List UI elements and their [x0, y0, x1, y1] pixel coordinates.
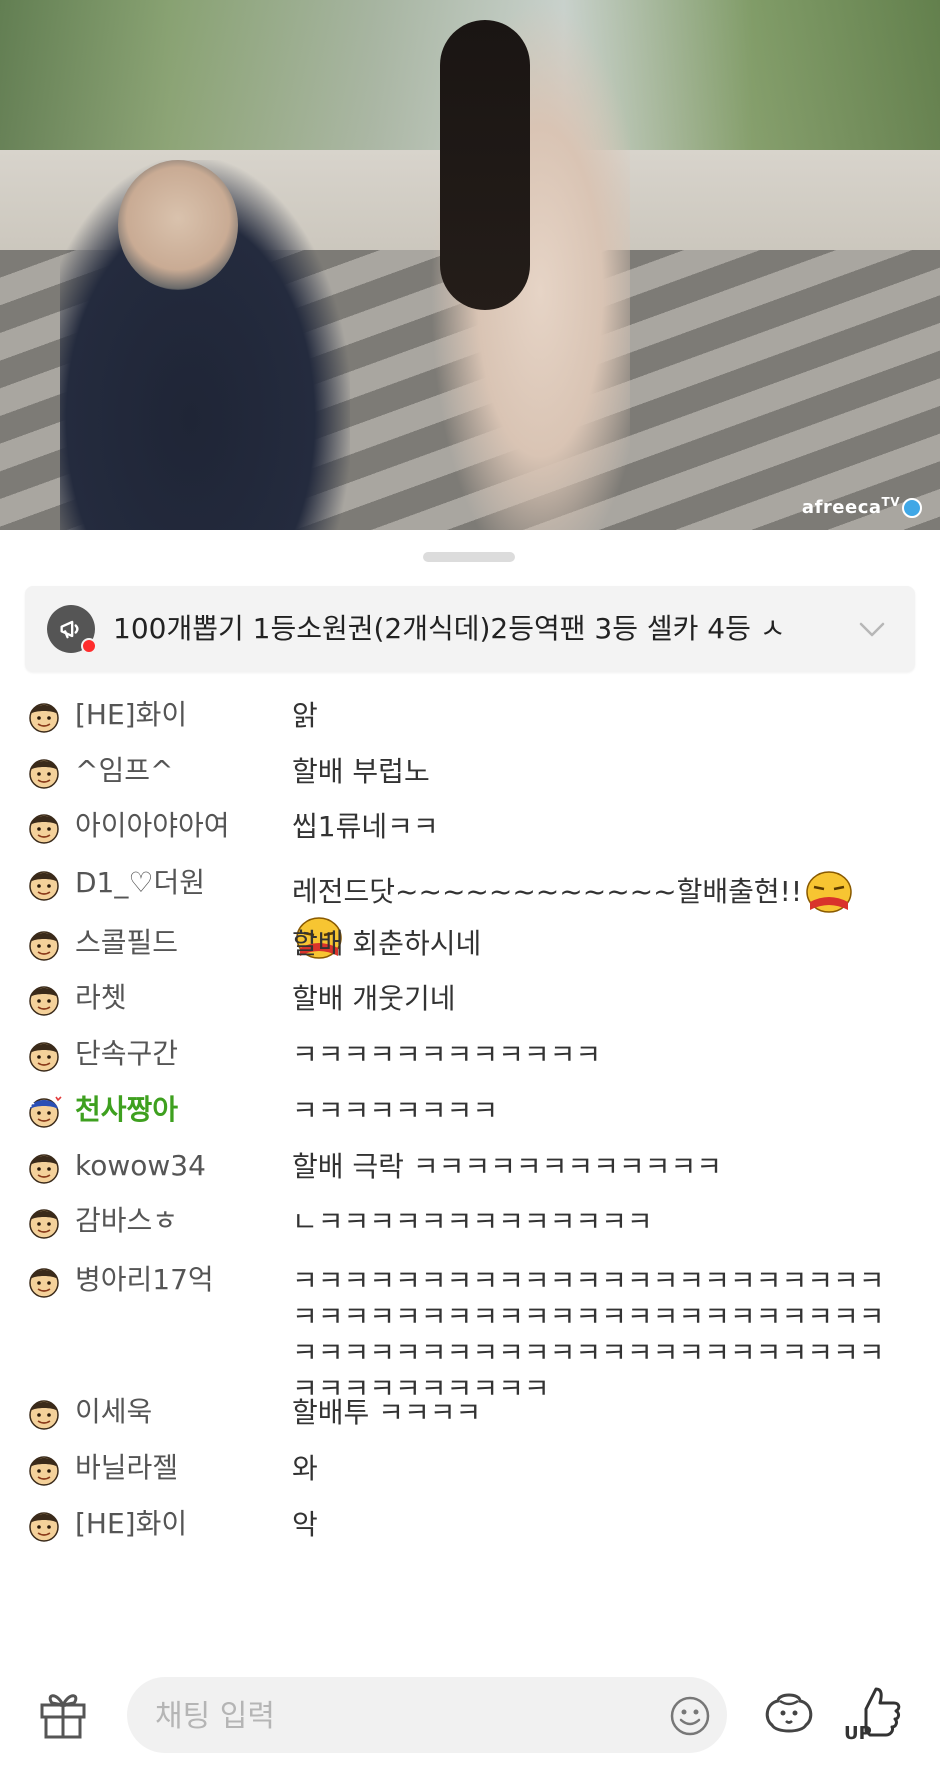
chat-nickname[interactable]: [HE]화이: [75, 1505, 187, 1543]
chat-nickname[interactable]: ^임프^: [75, 752, 173, 790]
avatar-icon: [29, 871, 59, 901]
video-person-right-hair: [440, 20, 530, 310]
notice-text: 100개뽑기 1등소원권(2개식데)2등역팬 3등 셀카 4등 ㅅ: [113, 612, 786, 645]
avatar-icon: [29, 1042, 59, 1072]
globe-icon: [902, 498, 922, 518]
chat-nickname[interactable]: 단속구간: [75, 1035, 178, 1073]
notice-banner[interactable]: 100개뽑기 1등소원권(2개식데)2등역팬 3등 셀카 4등 ㅅ: [25, 586, 915, 672]
thumbs-up-icon[interactable]: UP: [844, 1681, 904, 1743]
chat-message[interactable]: D1_♡더원 레전드닷~~~~~~~~~~~~할배출현!!: [0, 864, 940, 959]
emoticon-icon: [806, 871, 852, 913]
chat-message-body: 악: [292, 1508, 318, 1541]
chat-message-body: 할배 극락 ㅋㅋㅋㅋㅋㅋㅋㅋㅋㅋㅋㅋ: [292, 1150, 722, 1183]
chat-message-text: 할배 회춘하시네: [292, 926, 892, 962]
chat-message[interactable]: ^임프^ 할배 부럽노: [0, 752, 940, 794]
chat-message-text: 할배 극락 ㅋㅋㅋㅋㅋㅋㅋㅋㅋㅋㅋㅋ: [292, 1149, 892, 1185]
chat-message[interactable]: 아이아야아여 씹1류네ㅋㅋ: [0, 807, 940, 849]
avatar-icon: [29, 1512, 59, 1542]
chat-nickname[interactable]: 이세욱: [75, 1393, 152, 1431]
chat-nickname[interactable]: D1_♡더원: [75, 864, 205, 902]
chat-nickname[interactable]: [HE]화이: [75, 696, 187, 734]
chat-message-body: 할배투 ㅋㅋㅋㅋ: [292, 1396, 482, 1429]
chat-message-text: ㅋㅋㅋㅋㅋㅋㅋㅋㅋㅋㅋㅋㅋㅋㅋㅋㅋㅋㅋㅋㅋㅋㅋㅋㅋㅋㅋㅋㅋㅋㅋㅋㅋㅋㅋㅋㅋㅋㅋㅋ…: [292, 1263, 892, 1407]
chat-message[interactable]: F 천사짱아 ㅋㅋㅋㅋㅋㅋㅋㅋ: [0, 1091, 940, 1133]
avatar-icon: [29, 986, 59, 1016]
chat-message[interactable]: 감바스ㅎ ㄴㅋㅋㅋㅋㅋㅋㅋㅋㅋㅋㅋㅋㅋ: [0, 1202, 940, 1244]
chat-message-body: 와: [292, 1452, 318, 1485]
chat-message[interactable]: 이세욱 할배투 ㅋㅋㅋㅋ: [0, 1393, 940, 1435]
chat-message-text: 악: [292, 1507, 892, 1543]
chat-nickname[interactable]: kowow34: [75, 1147, 206, 1185]
chat-nickname[interactable]: 병아리17억: [75, 1261, 214, 1299]
svg-text:F: F: [29, 1100, 35, 1110]
chat-message-text: ㅋㅋㅋㅋㅋㅋㅋㅋ: [292, 1093, 892, 1129]
avatar-icon: [29, 703, 59, 733]
watermark-suffix: TV: [881, 495, 900, 509]
avatar-icon: [29, 759, 59, 789]
avatar-icon: [29, 814, 59, 844]
afreecatv-watermark: afreecaTV: [802, 495, 922, 518]
drag-handle[interactable]: [423, 552, 515, 562]
chat-message[interactable]: [HE]화이 앍: [0, 696, 940, 738]
chat-message-body: 할배 부럽노: [292, 755, 430, 788]
chevron-down-icon[interactable]: [857, 614, 887, 644]
chat-message-text: 씹1류네ㅋㅋ: [292, 809, 892, 845]
avatar-icon: [29, 931, 59, 961]
gift-icon[interactable]: [38, 1687, 88, 1741]
chat-message-text: ㄴㅋㅋㅋㅋㅋㅋㅋㅋㅋㅋㅋㅋㅋ: [292, 1204, 892, 1240]
chat-message[interactable]: 병아리17억 ㅋㅋㅋㅋㅋㅋㅋㅋㅋㅋㅋㅋㅋㅋㅋㅋㅋㅋㅋㅋㅋㅋㅋㅋㅋㅋㅋㅋㅋㅋㅋㅋㅋㅋ…: [0, 1261, 940, 1405]
chat-input[interactable]: [153, 1693, 657, 1739]
chat-message-body: 할배 회춘하시네: [292, 927, 482, 960]
up-label: UP: [844, 1723, 872, 1743]
fan-avatar-icon: F: [29, 1096, 62, 1128]
chat-message[interactable]: 라쳇 할배 개웃기네: [0, 979, 940, 1021]
chat-nickname[interactable]: 아이아야아여: [75, 807, 230, 845]
chat-nickname[interactable]: 감바스ㅎ: [75, 1202, 178, 1240]
sticker-icon[interactable]: [762, 1685, 816, 1741]
chat-message-text: 할배투 ㅋㅋㅋㅋ: [292, 1395, 892, 1431]
chat-message-body: ㅋㅋㅋㅋㅋㅋㅋㅋ: [292, 1094, 499, 1127]
chat-nickname[interactable]: 스콜필드: [75, 924, 178, 962]
avatar-icon: [29, 1268, 59, 1298]
chat-nickname[interactable]: 천사짱아: [75, 1091, 178, 1129]
chat-nickname[interactable]: 바닐라젤: [75, 1449, 178, 1487]
chat-input-field: [127, 1677, 727, 1753]
chat-message-body: 앍: [292, 699, 318, 732]
chat-message-text: 와: [292, 1451, 892, 1487]
chat-message-body: ㅋㅋㅋㅋㅋㅋㅋㅋㅋㅋㅋㅋ: [292, 1038, 602, 1071]
avatar-icon: [29, 1209, 59, 1239]
avatar-icon: [29, 1456, 59, 1486]
chat-message[interactable]: 단속구간 ㅋㅋㅋㅋㅋㅋㅋㅋㅋㅋㅋㅋ: [0, 1035, 940, 1077]
chat-message-text: 앍: [292, 698, 892, 734]
chat-message-body: 씹1류네ㅋㅋ: [292, 810, 439, 843]
chat-message[interactable]: kowow34 할배 극락 ㅋㅋㅋㅋㅋㅋㅋㅋㅋㅋㅋㅋ: [0, 1147, 940, 1189]
notice-alert-dot: [81, 638, 97, 654]
video-person-left-head: [118, 160, 238, 290]
chat-message-body: 할배 개웃기네: [292, 982, 456, 1015]
chat-message[interactable]: 바닐라젤 와: [0, 1449, 940, 1491]
avatar-icon: [29, 1400, 59, 1430]
video-player[interactable]: afreecaTV: [0, 0, 940, 530]
avatar-icon: [29, 1154, 59, 1184]
chat-message[interactable]: 스콜필드 할배 회춘하시네: [0, 924, 940, 966]
chat-message-text: 할배 개웃기네: [292, 981, 892, 1017]
smile-icon[interactable]: [669, 1695, 711, 1737]
chat-message-body: ㅋㅋㅋㅋㅋㅋㅋㅋㅋㅋㅋㅋㅋㅋㅋㅋㅋㅋㅋㅋㅋㅋㅋㅋㅋㅋㅋㅋㅋㅋㅋㅋㅋㅋㅋㅋㅋㅋㅋㅋ…: [292, 1264, 885, 1405]
chat-message[interactable]: [HE]화이 악: [0, 1505, 940, 1547]
chat-message-text: ㅋㅋㅋㅋㅋㅋㅋㅋㅋㅋㅋㅋ: [292, 1037, 892, 1073]
chat-message-body: ㄴㅋㅋㅋㅋㅋㅋㅋㅋㅋㅋㅋㅋㅋ: [292, 1205, 653, 1238]
chat-message-text: 할배 부럽노: [292, 754, 892, 790]
chat-nickname[interactable]: 라쳇: [75, 979, 127, 1017]
chat-list[interactable]: [HE]화이 앍 ^임프^ 할배 부럽노아이아야아여 씹1류네ㅋㅋ D1_♡더원 레전드닷~…: [0, 660, 940, 1660]
watermark-text: afreeca: [801, 497, 882, 518]
chat-input-bar: UP: [0, 1665, 940, 1765]
chat-message-body: 레전드닷~~~~~~~~~~~~할배출현!!: [292, 875, 803, 908]
